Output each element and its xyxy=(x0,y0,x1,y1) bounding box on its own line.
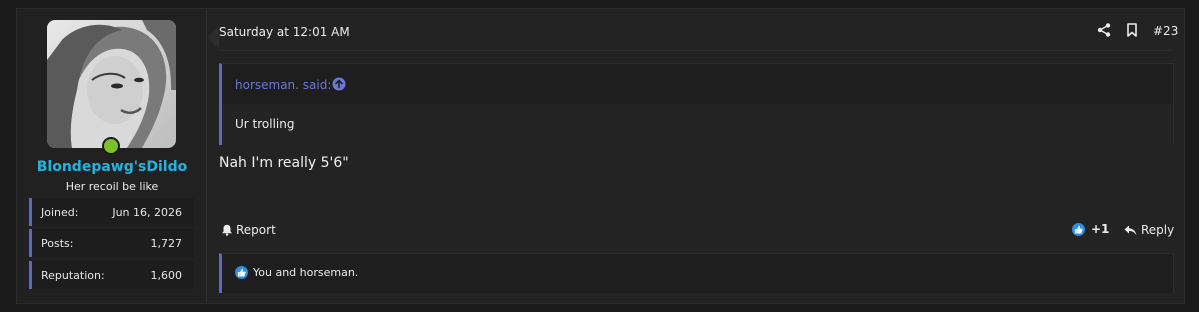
report-label: Report xyxy=(236,223,276,237)
reactions-summary[interactable]: You and horseman. xyxy=(235,266,358,279)
stat-label: Joined: xyxy=(41,206,79,219)
stat-value: 1,727 xyxy=(150,237,183,250)
reply-label: Reply xyxy=(1141,223,1175,237)
user-sidebar: Blondepawg'sDildo Her recoil be like Joi… xyxy=(17,9,207,303)
quote-body: Ur trolling xyxy=(222,104,1173,145)
stat-joined: Joined: Jun 16, 2026 xyxy=(29,198,194,226)
post-number[interactable]: #23 xyxy=(1153,24,1178,38)
quote-text: Ur trolling xyxy=(235,117,295,131)
stat-label: Reputation: xyxy=(41,269,105,282)
reply-icon xyxy=(1124,225,1137,235)
divider xyxy=(219,50,1172,51)
reaction-count: +1 xyxy=(1091,222,1110,236)
stat-value: Jun 16, 2026 xyxy=(112,206,182,219)
post-message: Nah I'm really 5'6" xyxy=(219,155,349,171)
like-icon xyxy=(235,266,248,279)
arrow-up-circle-icon[interactable] xyxy=(332,77,346,91)
bell-icon xyxy=(222,224,232,236)
stat-value: 1,600 xyxy=(150,269,183,282)
reaction-button[interactable]: +1 xyxy=(1072,222,1109,236)
post-date[interactable]: Saturday at 12:01 AM xyxy=(219,25,350,39)
quote-block: horseman. said: Ur trolling xyxy=(219,63,1174,145)
report-button[interactable]: Report xyxy=(221,223,276,237)
stat-reputation: Reputation: 1,600 xyxy=(29,261,194,289)
quote-author[interactable]: horseman. said: xyxy=(235,78,331,92)
quote-header: horseman. said: xyxy=(222,64,1173,104)
online-status-indicator xyxy=(102,137,120,155)
user-avatar[interactable] xyxy=(47,20,176,148)
stat-posts: Posts: 1,727 xyxy=(29,229,194,257)
reply-button[interactable]: Reply xyxy=(1124,223,1174,237)
user-title: Her recoil be like xyxy=(65,180,159,193)
share-icon[interactable] xyxy=(1097,23,1111,37)
stat-label: Posts: xyxy=(41,237,74,250)
post-container: Blondepawg'sDildo Her recoil be like Joi… xyxy=(16,8,1185,304)
like-icon xyxy=(1072,222,1085,236)
username-link[interactable]: Blondepawg'sDildo xyxy=(17,159,207,175)
bookmark-icon[interactable] xyxy=(1125,23,1139,37)
reactions-text: You and horseman. xyxy=(253,266,359,279)
reactions-bar: You and horseman. xyxy=(219,253,1174,293)
post-main: Saturday at 12:01 AM #23 horseman. said:… xyxy=(208,9,1184,303)
